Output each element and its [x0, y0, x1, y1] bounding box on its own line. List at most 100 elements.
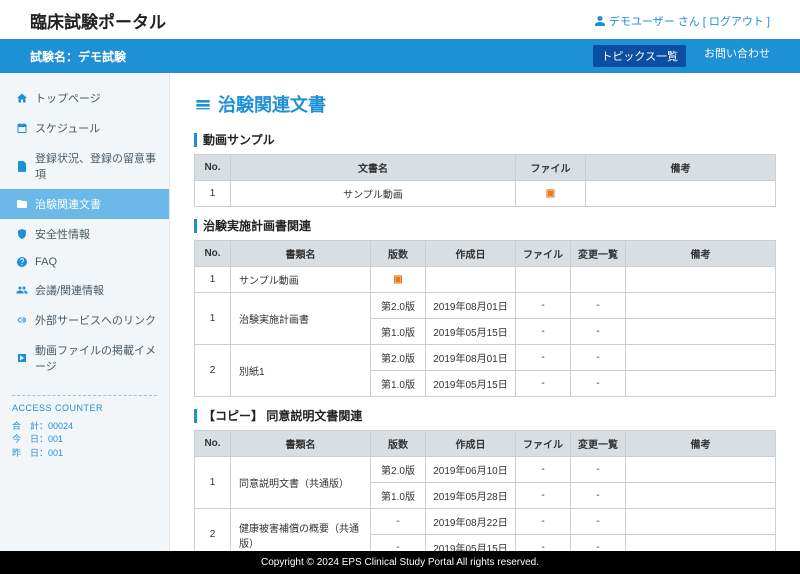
play-icon [16, 352, 28, 364]
th-name: 書類名 [231, 241, 371, 267]
sidebar-item-label: 治験関連文書 [35, 196, 101, 212]
cell-ver: 第1.0版 [371, 371, 426, 397]
sidebar-item-label: トップページ [35, 90, 101, 106]
cell-name: 健康被害補償の概要（共通版） [231, 509, 371, 552]
cell-chg: - [571, 293, 626, 319]
cell-no: 1 [195, 457, 231, 509]
sidebar-item-faq[interactable]: FAQ [0, 249, 169, 275]
sidebar-item-safety[interactable]: 安全性情報 [0, 219, 169, 249]
cell-note [626, 293, 776, 319]
sidebar-item-label: 外部サービスへのリンク [35, 312, 156, 328]
disk-icon [194, 96, 212, 112]
folder-icon [16, 198, 28, 210]
th-file: ファイル [516, 155, 586, 181]
cell-file: - [516, 319, 571, 345]
cell-chg: - [571, 483, 626, 509]
table-row: 1 サンプル動画 ▣ [195, 267, 776, 293]
th-chg: 変更一覧 [571, 431, 626, 457]
people-icon [16, 284, 28, 296]
table-row: 1 サンプル動画 ▣ [195, 181, 776, 207]
table-row: 2 健康被害補償の概要（共通版） - 2019年08月22日 - - [195, 509, 776, 535]
sidebar-item-documents[interactable]: 治験関連文書 [0, 189, 169, 219]
shield-icon [16, 228, 28, 240]
cell-date: 2019年05月15日 [426, 319, 516, 345]
cell-name: 治験実施計画書 [231, 293, 371, 345]
sidebar-item-label: 登録状況、登録の留意事項 [35, 150, 157, 182]
table-row: 1 同意説明文書（共通版） 第2.0版 2019年06月10日 - - [195, 457, 776, 483]
topics-link[interactable]: トピックス一覧 [593, 45, 686, 67]
cell-file[interactable]: ▣ [516, 181, 586, 207]
cell-file: - [516, 345, 571, 371]
cell-file[interactable]: ▣ [371, 267, 426, 293]
cell-ver: - [371, 509, 426, 535]
th-note: 備考 [626, 241, 776, 267]
section-title-1: 動画サンプル [194, 131, 776, 148]
sidebar-item-label: スケジュール [35, 120, 100, 136]
sidebar-item-registration[interactable]: 登録状況、登録の留意事項 [0, 143, 169, 189]
contact-link[interactable]: お問い合わせ [704, 45, 770, 67]
cell-chg: - [571, 509, 626, 535]
cell-name: サンプル動画 [231, 181, 516, 207]
cell-note [626, 345, 776, 371]
page-title: 治験関連文書 [194, 91, 776, 117]
movie-icon: ▣ [546, 188, 555, 199]
logout-link[interactable]: [ ログアウト ] [703, 13, 770, 29]
sidebar-item-schedule[interactable]: スケジュール [0, 113, 169, 143]
sidebar-item-external[interactable]: 外部サービスへのリンク [0, 305, 169, 335]
question-icon [16, 256, 28, 268]
cell-note [626, 483, 776, 509]
site-title: 臨床試験ポータル [30, 8, 166, 33]
th-no: No. [195, 155, 231, 181]
link-icon [16, 314, 28, 326]
sidebar-item-meeting[interactable]: 会議/関連情報 [0, 275, 169, 305]
sidebar-item-label: 動画ファイルの掲載イメージ [35, 342, 157, 374]
cell-chg: - [571, 457, 626, 483]
cell-date: 2019年05月15日 [426, 535, 516, 552]
cell-ver: 第1.0版 [371, 483, 426, 509]
cell-note [626, 509, 776, 535]
movie-icon: ▣ [393, 274, 402, 285]
cell-note [586, 181, 776, 207]
cell-no: 1 [195, 181, 231, 207]
counter-total: 合 計：00024 [12, 420, 157, 434]
cell-ver: 第2.0版 [371, 345, 426, 371]
doc-icon [16, 160, 28, 172]
th-name: 書類名 [231, 431, 371, 457]
cell-note [626, 319, 776, 345]
trial-name: 試験名：デモ試験 [30, 48, 126, 65]
cell-no: 1 [195, 293, 231, 345]
th-ver: 版数 [371, 431, 426, 457]
table-row: 2 別紙1 第2.0版 2019年08月01日 - - [195, 345, 776, 371]
cell-file: - [516, 535, 571, 552]
cell-date: 2019年08月22日 [426, 509, 516, 535]
section-title-2: 治験実施計画書関連 [194, 217, 776, 234]
cell-note [626, 371, 776, 397]
cell-date: 2019年05月15日 [426, 371, 516, 397]
table-protocol: No. 書類名 版数 作成日 ファイル 変更一覧 備考 1 サンプル動画 ▣ 1… [194, 240, 776, 397]
user-area: デモユーザー さん [ ログアウト ] [594, 13, 770, 29]
th-file: ファイル [516, 431, 571, 457]
cell-no: 1 [195, 267, 231, 293]
counter-title: ACCESS COUNTER [12, 402, 157, 416]
cell-chg: - [571, 319, 626, 345]
access-counter: ACCESS COUNTER 合 計：00024 今 日：001 昨 日：001 [12, 395, 157, 460]
user-icon [594, 15, 606, 27]
sidebar-item-movie[interactable]: 動画ファイルの掲載イメージ [0, 335, 169, 381]
th-no: No. [195, 431, 231, 457]
th-ver: 版数 [371, 241, 426, 267]
cell-chg [571, 267, 626, 293]
cell-file: - [516, 457, 571, 483]
cell-ver: 第2.0版 [371, 457, 426, 483]
sidebar-item-top[interactable]: トップページ [0, 83, 169, 113]
cell-file: - [516, 509, 571, 535]
counter-today: 今 日：001 [12, 433, 157, 447]
th-chg: 変更一覧 [571, 241, 626, 267]
cell-chg: - [571, 371, 626, 397]
th-date: 作成日 [426, 431, 516, 457]
cell-name: 同意説明文書（共通版） [231, 457, 371, 509]
cell-file [516, 267, 571, 293]
table-movies: No. 文書名 ファイル 備考 1 サンプル動画 ▣ [194, 154, 776, 207]
th-file: ファイル [516, 241, 571, 267]
cell-note [626, 457, 776, 483]
cell-ver: 第1.0版 [371, 319, 426, 345]
